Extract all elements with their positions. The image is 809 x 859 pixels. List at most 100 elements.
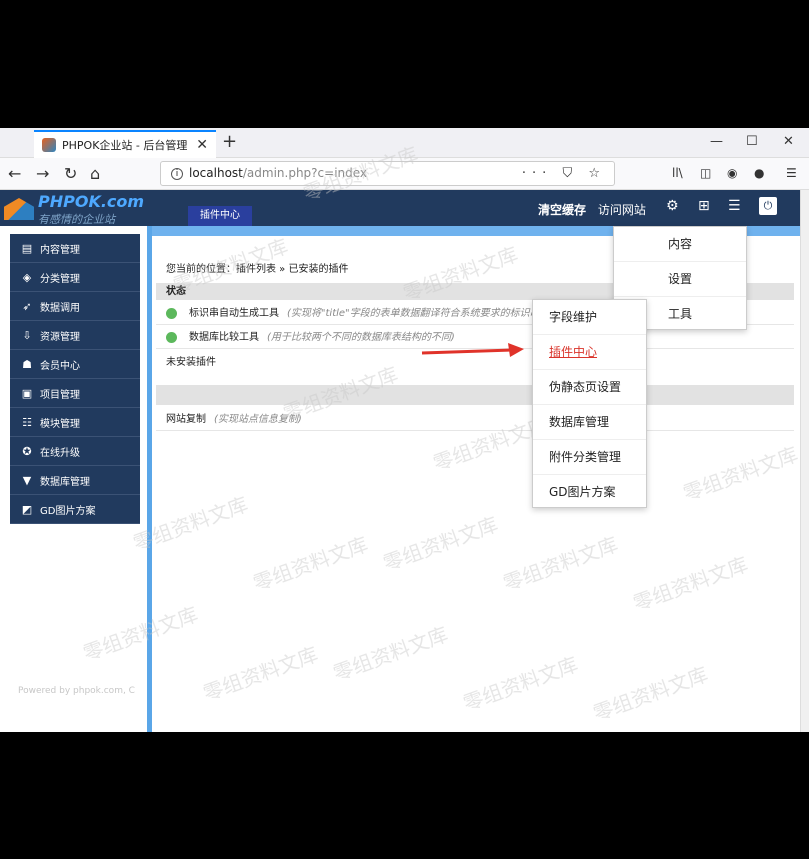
watermark: 零组资料文库 xyxy=(460,652,581,716)
browser-window: PHPOK企业站 - 后台管理 ✕ + — ☐ ✕ ← → ↻ ⌂ i local… xyxy=(0,128,809,732)
red-arrow-icon xyxy=(421,343,524,357)
watermark: 零组资料文库 xyxy=(500,532,621,596)
watermark: 零组资料文库 xyxy=(380,512,501,576)
globe-icon: ✪ xyxy=(22,444,32,458)
watermark: 零组资料文库 xyxy=(630,552,751,616)
menu-item-plugin-center[interactable]: 插件中心 xyxy=(533,335,646,370)
breadcrumb: 您当前的位置：插件列表 » 已安装的插件 xyxy=(166,264,349,275)
account-icon[interactable]: ◉ xyxy=(727,166,737,180)
sidebar-item-label: 分类管理 xyxy=(40,273,80,285)
visit-site-link[interactable]: 访问网站 xyxy=(598,203,646,217)
sliders-icon: ☷ xyxy=(22,415,32,429)
filter-icon: ▼ xyxy=(22,473,32,487)
sidebar-item-module[interactable]: ☷ 模块管理 xyxy=(10,408,140,437)
project-icon: ▣ xyxy=(21,386,33,400)
check-circle-icon xyxy=(166,307,177,319)
uninstalled-table-header xyxy=(156,385,794,405)
maximize-icon[interactable]: ☐ xyxy=(746,134,758,149)
reload-icon[interactable]: ↻ xyxy=(64,164,77,183)
plugin-row: 网站复制 (实现站点信息复制) xyxy=(156,409,794,431)
sidebar-item-project[interactable]: ▣ 项目管理 xyxy=(10,379,140,408)
browser-tab[interactable]: PHPOK企业站 - 后台管理 ✕ xyxy=(34,130,216,158)
sidebar-item-member[interactable]: ☗ 会员中心 xyxy=(10,350,140,379)
logo-mark-icon xyxy=(4,198,34,220)
plugin-desc: (实现将"title"字段的表单数据翻译符合系统要求的标识串 xyxy=(287,308,540,319)
sidebar-item-content[interactable]: ▤ 内容管理 xyxy=(10,234,140,263)
sidebar-edge xyxy=(147,226,152,732)
nav-bar: ← → ↻ ⌂ i localhost/admin.php?c=index ···… xyxy=(0,158,809,190)
minimize-icon[interactable]: — xyxy=(710,134,723,149)
menu-item-content[interactable]: 内容 xyxy=(614,227,746,262)
back-icon[interactable]: ← xyxy=(8,164,21,183)
menu-item-pseudo-static[interactable]: 伪静态页设置 xyxy=(533,370,646,405)
sidebar-item-label: 模块管理 xyxy=(40,418,80,430)
window-close-icon[interactable]: ✕ xyxy=(783,134,794,149)
tab-title: PHPOK企业站 - 后台管理 xyxy=(62,139,188,152)
menu-item-field-maintain[interactable]: 字段维护 xyxy=(533,300,646,335)
image-icon: ◩ xyxy=(21,502,33,516)
check-circle-icon xyxy=(166,331,177,343)
new-tab-button[interactable]: + xyxy=(222,131,237,152)
menu-icon[interactable]: ☰ xyxy=(786,166,797,180)
url-path: /admin.php?c=index xyxy=(242,166,368,180)
sidebar-item-data-call[interactable]: ➶ 数据调用 xyxy=(10,292,140,321)
app-header: PHPOK.com 有感情的企业站 插件中心 清空缓存 访问网站 ⚙ ⊞ ☰ ⏻ xyxy=(0,190,800,226)
plugin-desc: (实现站点信息复制) xyxy=(214,414,302,425)
sidebar-item-category[interactable]: ◈ 分类管理 xyxy=(10,263,140,292)
tab-bar: PHPOK企业站 - 后台管理 ✕ + — ☐ ✕ xyxy=(0,128,809,158)
plugin-name[interactable]: 数据库比较工具 xyxy=(189,332,259,343)
tab-plugin-center[interactable]: 插件中心 xyxy=(188,206,252,226)
sidebar-item-label: 内容管理 xyxy=(40,244,80,256)
layers-icon: ◈ xyxy=(22,270,32,284)
info-icon[interactable]: i xyxy=(171,167,183,180)
list-icon[interactable]: ☰ xyxy=(728,198,741,214)
content-icon: ▤ xyxy=(21,241,33,255)
close-tab-icon[interactable]: ✕ xyxy=(196,137,208,153)
url-host: localhost xyxy=(189,166,243,180)
windows-icon[interactable]: ⊞ xyxy=(698,198,710,214)
sidebar-item-label: 数据库管理 xyxy=(40,476,90,488)
sidebar-item-gd[interactable]: ◩ GD图片方案 xyxy=(10,495,140,524)
watermark: 零组资料文库 xyxy=(250,532,371,596)
tools-submenu: 字段维护 插件中心 伪静态页设置 数据库管理 附件分类管理 GD图片方案 xyxy=(532,299,647,508)
sidebar-item-resource[interactable]: ⇩ 资源管理 xyxy=(10,321,140,350)
watermark: 零组资料文库 xyxy=(590,662,711,726)
sidebar-item-label: 数据调用 xyxy=(40,302,80,314)
home-icon[interactable]: ⌂ xyxy=(90,164,100,183)
plugin-name[interactable]: 标识串自动生成工具 xyxy=(189,308,279,319)
logo-slogan: 有感情的企业站 xyxy=(38,213,115,226)
footer-text: Powered by phpok.com, C xyxy=(18,686,135,696)
watermark: 零组资料文库 xyxy=(680,442,801,506)
sidebar-item-label: 项目管理 xyxy=(40,389,80,401)
forward-icon[interactable]: → xyxy=(36,164,49,183)
watermark: 零组资料文库 xyxy=(200,642,321,706)
menu-item-gd-image[interactable]: GD图片方案 xyxy=(533,475,646,510)
library-icon[interactable]: ll\ xyxy=(672,166,683,180)
plugin-name[interactable]: 网站复制 xyxy=(166,414,206,425)
sidebar-item-label: 在线升级 xyxy=(40,447,80,459)
power-icon[interactable]: ⏻ xyxy=(759,197,777,215)
sidebar-item-upgrade[interactable]: ✪ 在线升级 xyxy=(10,437,140,466)
address-bar[interactable]: i localhost/admin.php?c=index ··· ⛉ ☆ xyxy=(160,161,615,186)
rocket-icon: ➶ xyxy=(22,299,32,313)
header-links: 清空缓存 访问网站 xyxy=(538,201,646,218)
menu-item-database[interactable]: 数据库管理 xyxy=(533,405,646,440)
menu-item-settings[interactable]: 设置 xyxy=(614,262,746,297)
sidebar-item-database[interactable]: ▼ 数据库管理 xyxy=(10,466,140,495)
menu-item-attachment-category[interactable]: 附件分类管理 xyxy=(533,440,646,475)
sidebar-icon[interactable]: ◫ xyxy=(700,166,711,180)
favicon-icon xyxy=(42,138,56,152)
clear-cache-link[interactable]: 清空缓存 xyxy=(538,203,586,217)
sidebar-item-label: GD图片方案 xyxy=(40,505,96,517)
page-actions-icon[interactable]: ··· ⛉ ☆ xyxy=(522,162,606,185)
download-icon: ⇩ xyxy=(22,328,32,342)
user-icon: ☗ xyxy=(22,357,32,371)
sidebar-item-label: 资源管理 xyxy=(40,331,80,343)
extension-icon[interactable]: ● xyxy=(754,166,764,180)
watermark: 零组资料文库 xyxy=(330,622,451,686)
sidebar-item-label: 会员中心 xyxy=(40,360,80,372)
sidebar: ▤ 内容管理 ◈ 分类管理 ➶ 数据调用 ⇩ 资源管理 ☗ 会员中心 ▣ 项目管理 ☷ 模块管… xyxy=(0,226,152,732)
logo-name: PHPOK.com xyxy=(38,192,145,211)
vertical-scrollbar[interactable] xyxy=(800,190,809,732)
gear-icon[interactable]: ⚙ xyxy=(666,198,679,214)
